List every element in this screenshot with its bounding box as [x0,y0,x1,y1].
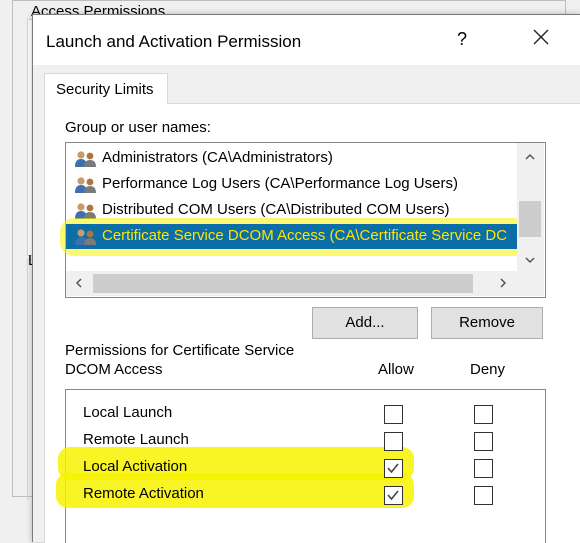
tab-security-limits[interactable]: Security Limits [44,73,168,104]
help-button[interactable]: ? [457,29,467,50]
title-bar[interactable]: Launch and Activation Permission ? [33,15,580,65]
allow-checkbox[interactable] [384,405,403,424]
users-group-icon [75,151,96,167]
vertical-scrollbar[interactable] [517,143,544,271]
scroll-right-icon[interactable] [500,278,507,291]
checkmark-icon [387,490,399,501]
allow-checkbox[interactable] [384,432,403,451]
remove-button[interactable]: Remove [431,307,543,339]
user-name: Administrators (CA\Administrators) [102,149,333,166]
permissions-label-line1: Permissions for Certificate Service [65,342,295,359]
permission-name: Remote Activation [83,485,204,502]
permissions-table: Local Launch Remote Launch Local Activat… [56,389,546,543]
scroll-up-icon[interactable] [525,151,535,163]
permission-row: Local Launch [66,400,545,427]
add-button[interactable]: Add... [312,307,418,339]
group-names-label: Group or user names: [65,119,211,136]
permission-name: Remote Launch [83,431,189,448]
allow-checkbox[interactable] [384,459,403,478]
permission-name: Local Launch [83,404,173,421]
users-group-icon [75,229,96,245]
close-button[interactable] [531,27,551,51]
list-item[interactable]: Performance Log Users (CA\Performance Lo… [66,172,516,197]
deny-checkbox[interactable] [474,432,493,451]
allow-column-header: Allow [378,361,414,378]
allow-checkbox[interactable] [384,486,403,505]
permission-row: Local Activation [66,454,545,481]
permission-name: Local Activation [83,458,188,475]
vertical-scroll-thumb[interactable] [519,201,541,237]
permission-row: Remote Launch [66,427,545,454]
deny-checkbox[interactable] [474,405,493,424]
launch-activation-dialog: Launch and Activation Permission ? Secur… [32,14,580,543]
selected-row-wrapper: Certificate Service DCOM Access (CA\Cert… [60,218,530,256]
deny-column-header: Deny [470,361,506,378]
scroll-down-icon[interactable] [525,255,535,267]
permission-row: Remote Activation [66,481,545,508]
tab-label: Security Limits [56,81,154,98]
close-icon [533,29,549,45]
scroll-left-icon[interactable] [75,278,82,291]
checkmark-icon [387,463,399,474]
deny-checkbox[interactable] [474,459,493,478]
user-list[interactable]: Administrators (CA\Administrators) Perfo… [60,142,546,298]
deny-checkbox[interactable] [474,486,493,505]
users-group-icon [75,177,96,193]
list-item[interactable]: Administrators (CA\Administrators) [66,146,516,171]
user-name: Performance Log Users (CA\Performance Lo… [102,175,458,192]
permissions-label-line2: DCOM Access [65,361,163,378]
user-name: Distributed COM Users (CA\Distributed CO… [102,201,450,218]
horizontal-scrollbar[interactable] [66,271,544,296]
user-name: Certificate Service DCOM Access (CA\Cert… [102,227,508,244]
list-item-selected[interactable]: Certificate Service DCOM Access (CA\Cert… [66,224,517,249]
horizontal-scroll-thumb[interactable] [93,274,473,293]
dialog-title: Launch and Activation Permission [46,32,302,51]
